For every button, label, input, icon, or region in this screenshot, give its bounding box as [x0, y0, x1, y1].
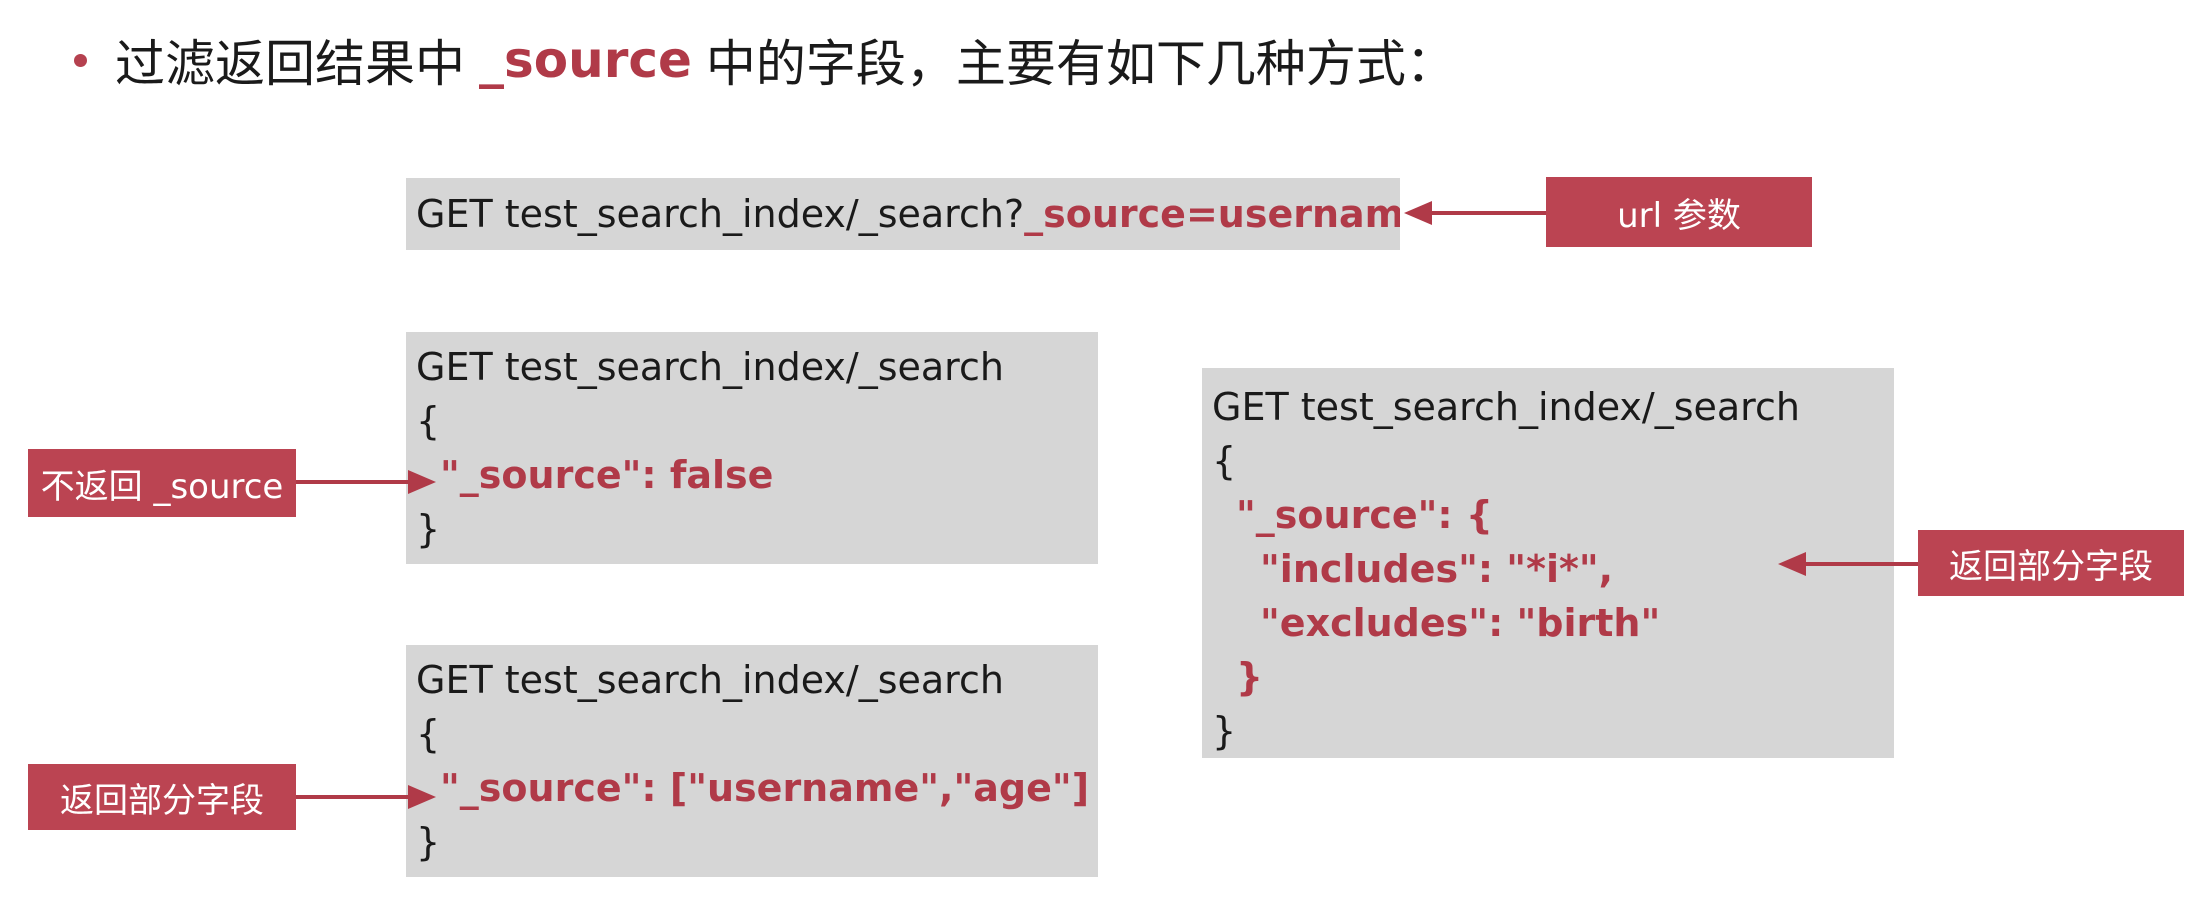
code-box-source-array: GET test_search_index/_search { "_source":… — [406, 645, 1098, 877]
label-url-param: url 参数 — [1546, 177, 1812, 247]
code-url-param: _source=username — [1024, 192, 1400, 236]
code-box-source-false: GET test_search_index/_search { "_source":… — [406, 332, 1098, 564]
code-line: } — [416, 820, 441, 864]
code-line-highlight: "excludes": "birth" — [1260, 601, 1661, 645]
label-partial-fields-left: 返回部分字段 — [28, 764, 296, 830]
code-box-source-object: GET test_search_index/_search { "_source":… — [1202, 368, 1894, 758]
code-line: } — [1212, 709, 1237, 753]
code-line: { — [1212, 439, 1237, 483]
label-no-source: 不返回 _source — [28, 449, 296, 517]
code-url-prefix: GET test_search_index/_search? — [416, 192, 1025, 236]
code-line: GET test_search_index/_search — [1212, 385, 1800, 429]
code-line: } — [416, 507, 441, 551]
code-line: { — [416, 399, 441, 443]
code-line: { — [416, 712, 441, 756]
bullet-icon — [74, 53, 87, 67]
code-line-highlight: "_source": ["username","age"] — [440, 766, 1090, 810]
code-line: GET test_search_index/_search — [416, 345, 1004, 389]
label-partial-fields-right: 返回部分字段 — [1918, 530, 2184, 596]
heading-highlight: _source — [479, 31, 692, 89]
code-line-highlight: "includes": "*i*", — [1260, 547, 1614, 591]
heading-text-before: 过滤返回结果中 — [115, 35, 465, 93]
code-line-highlight: } — [1236, 655, 1264, 699]
slide-heading: 过滤返回结果中 _source 中的字段，主要有如下几种方式： — [70, 22, 1456, 98]
code-line-highlight: "_source": false — [440, 453, 774, 497]
heading-text-after: 中的字段，主要有如下几种方式： — [705, 35, 1456, 93]
arrow-left-icon — [1404, 201, 1546, 225]
code-box-url-param: GET test_search_index/_search?_source=us… — [406, 178, 1400, 250]
code-line-highlight: "_source": { — [1236, 493, 1493, 537]
code-line: GET test_search_index/_search — [416, 658, 1004, 702]
